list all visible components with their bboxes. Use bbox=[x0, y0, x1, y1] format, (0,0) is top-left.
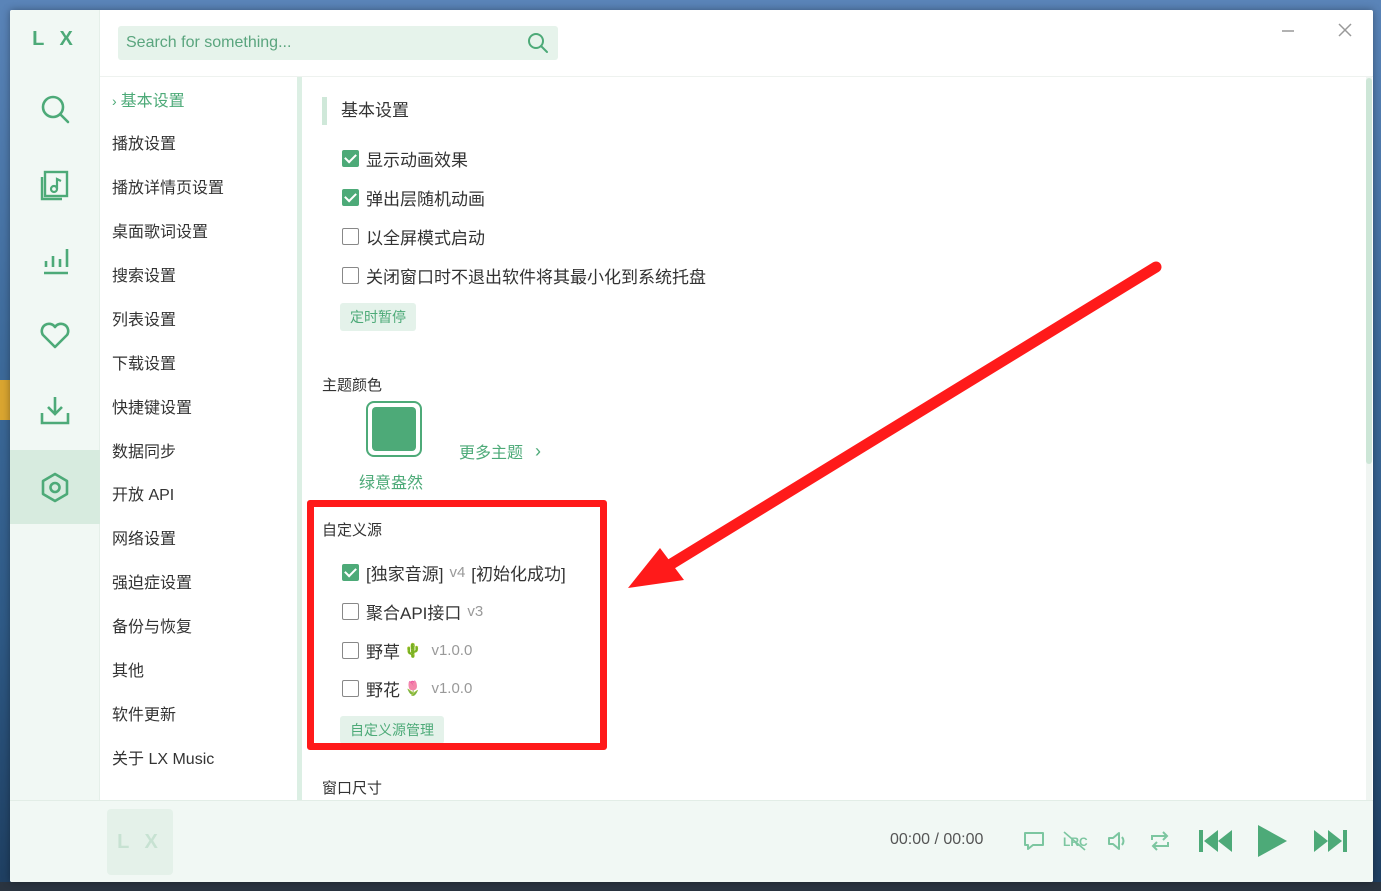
custom-source-heading: 自定义源 bbox=[322, 522, 383, 539]
settings-content: 基本设置 显示动画效果 弹出层随机动画 以全屏模式启动 关闭窗口时不退出软件将其… bbox=[304, 77, 1366, 800]
category-list[interactable]: 列表设置 bbox=[112, 307, 176, 335]
option-animation[interactable]: 显示动画效果 bbox=[342, 146, 468, 171]
nav-download[interactable] bbox=[10, 373, 100, 447]
play-button[interactable] bbox=[1252, 821, 1292, 861]
category-update[interactable]: 软件更新 bbox=[112, 702, 176, 730]
timer-pause-button[interactable]: 定时暂停 bbox=[340, 303, 416, 331]
category-hotkey[interactable]: 快捷键设置 bbox=[112, 395, 192, 423]
section-title: 基本设置 bbox=[322, 97, 409, 125]
window-size-heading: 窗口尺寸 bbox=[322, 780, 383, 797]
tulip-emoji: 🌷 bbox=[404, 680, 422, 696]
category-backup[interactable]: 备份与恢复 bbox=[112, 614, 192, 642]
heart-icon bbox=[40, 322, 70, 349]
play-icon bbox=[1258, 825, 1287, 857]
volume-button[interactable] bbox=[1098, 821, 1138, 861]
source-item-exclusive[interactable]: [独家音源] v4 [初始化成功] bbox=[342, 560, 566, 585]
category-play[interactable]: 播放设置 bbox=[112, 131, 176, 159]
comment-button[interactable] bbox=[1014, 821, 1054, 861]
category-about[interactable]: 关于 LX Music bbox=[112, 746, 214, 774]
next-button[interactable] bbox=[1310, 821, 1350, 861]
option-fullscreen-start[interactable]: 以全屏模式启动 bbox=[342, 224, 485, 249]
content-scrollbar-thumb[interactable] bbox=[1366, 78, 1372, 464]
category-basic[interactable]: › 基本设置 bbox=[112, 87, 185, 115]
desktop-edge bbox=[0, 380, 10, 420]
close-icon bbox=[1338, 23, 1352, 37]
nav-my-list[interactable] bbox=[10, 298, 100, 372]
checkbox[interactable] bbox=[342, 150, 359, 167]
comment-icon bbox=[1024, 832, 1044, 850]
album-cover[interactable]: L X bbox=[107, 809, 173, 875]
cactus-emoji: 🌵 bbox=[404, 642, 422, 658]
source-item-yehua[interactable]: 野花 🌷 v1.0.0 bbox=[342, 676, 472, 701]
minimize-button[interactable] bbox=[1273, 18, 1303, 42]
search-icon[interactable] bbox=[526, 31, 550, 55]
checkbox[interactable] bbox=[342, 603, 359, 620]
search-box[interactable] bbox=[118, 26, 558, 60]
checkbox[interactable] bbox=[342, 564, 359, 581]
desktop-lyric-button[interactable]: LRC bbox=[1055, 821, 1095, 861]
source-item-aggregate-api[interactable]: 聚合API接口 v3 bbox=[342, 599, 483, 624]
play-time: 00:00 / 00:00 bbox=[890, 831, 984, 848]
category-play-detail[interactable]: 播放详情页设置 bbox=[112, 175, 224, 203]
theme-color bbox=[372, 407, 416, 451]
loop-mode-button[interactable] bbox=[1140, 821, 1180, 861]
chart-icon bbox=[44, 249, 69, 275]
category-odc[interactable]: 强迫症设置 bbox=[112, 570, 192, 598]
nav-icon-bar: L X bbox=[10, 10, 100, 800]
checkbox[interactable] bbox=[342, 189, 359, 206]
source-item-yecao[interactable]: 野草 🌵 v1.0.0 bbox=[342, 638, 472, 663]
player-bar: L X 00:00 / 00:00 LRC bbox=[10, 800, 1373, 882]
category-network[interactable]: 网络设置 bbox=[112, 526, 176, 554]
search-input[interactable] bbox=[126, 34, 526, 52]
settings-category-list: › 基本设置 播放设置 播放详情页设置 桌面歌词设置 搜索设置 列表设置 下载设置… bbox=[100, 77, 300, 800]
checkbox[interactable] bbox=[342, 228, 359, 245]
category-scrollbar[interactable] bbox=[297, 77, 302, 800]
custom-source-manage-button[interactable]: 自定义源管理 bbox=[340, 716, 444, 744]
music-list-icon bbox=[40, 170, 69, 201]
repeat-icon bbox=[1151, 831, 1169, 851]
skip-next-icon bbox=[1314, 830, 1347, 852]
category-other[interactable]: 其他 bbox=[112, 658, 144, 686]
settings-icon bbox=[41, 472, 69, 503]
minimize-icon bbox=[1282, 30, 1294, 32]
theme-name[interactable]: 绿意盎然 bbox=[359, 469, 423, 493]
nav-search[interactable] bbox=[10, 72, 100, 146]
nav-leaderboard[interactable] bbox=[10, 223, 100, 297]
desktop-taskbar-edge bbox=[0, 882, 1381, 891]
theme-heading: 主题颜色 bbox=[322, 377, 383, 394]
theme-swatch-green[interactable] bbox=[366, 401, 422, 457]
previous-button[interactable] bbox=[1196, 821, 1236, 861]
category-search[interactable]: 搜索设置 bbox=[112, 263, 176, 291]
volume-icon bbox=[1108, 832, 1125, 850]
skip-previous-icon bbox=[1199, 830, 1232, 852]
category-download[interactable]: 下载设置 bbox=[112, 351, 176, 379]
chevron-right-icon: › bbox=[535, 440, 542, 461]
checkbox[interactable] bbox=[342, 642, 359, 659]
option-minimize-to-tray[interactable]: 关闭窗口时不退出软件将其最小化到系统托盘 bbox=[342, 263, 706, 288]
category-sync[interactable]: 数据同步 bbox=[112, 439, 176, 467]
more-themes-link[interactable]: 更多主题 › bbox=[459, 439, 541, 463]
download-icon bbox=[40, 397, 70, 425]
option-random-popup[interactable]: 弹出层随机动画 bbox=[342, 185, 485, 210]
app-window: L X Search for something... › 基本设置 播放设置 … bbox=[10, 10, 1373, 882]
category-desktop-lyric[interactable]: 桌面歌词设置 bbox=[112, 219, 208, 247]
close-button[interactable] bbox=[1330, 18, 1360, 42]
app-logo: L X bbox=[32, 28, 78, 50]
category-open-api[interactable]: 开放 API bbox=[112, 482, 174, 510]
chevron-right-icon: › bbox=[112, 93, 117, 109]
checkbox[interactable] bbox=[342, 680, 359, 697]
search-icon bbox=[41, 95, 70, 124]
lyric-icon: LRC bbox=[1063, 831, 1088, 851]
nav-song-list[interactable] bbox=[10, 148, 100, 222]
checkbox[interactable] bbox=[342, 267, 359, 284]
nav-settings[interactable] bbox=[10, 450, 100, 524]
